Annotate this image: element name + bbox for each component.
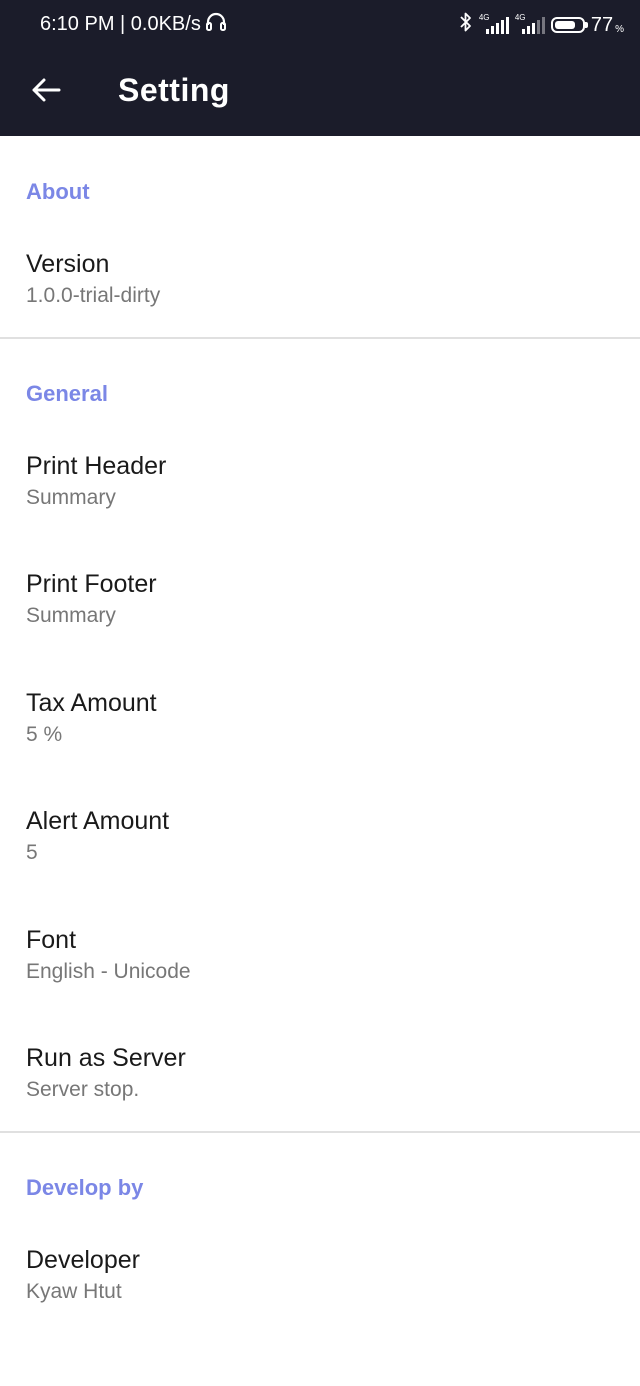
section-divider xyxy=(0,337,640,339)
setting-item-tax-amount[interactable]: Tax Amount 5 % xyxy=(0,688,640,788)
setting-title: Font xyxy=(26,926,77,954)
setting-title: Run as Server xyxy=(26,1044,186,1072)
battery-icon xyxy=(550,17,588,33)
setting-item-alert-amount[interactable]: Alert Amount 5 xyxy=(0,806,640,906)
setting-item-developer[interactable]: Developer Kyaw Htut xyxy=(0,1245,640,1345)
setting-title: Version xyxy=(26,250,110,278)
setting-summary: English - Unicode xyxy=(26,960,191,983)
setting-item-print-header[interactable]: Print Header Summary xyxy=(0,451,640,551)
app-bar: Setting xyxy=(0,44,640,136)
setting-summary: Summary xyxy=(26,604,116,627)
setting-item-font[interactable]: Font English - Unicode xyxy=(0,925,640,1025)
setting-title: Print Footer xyxy=(26,570,157,598)
arrow-left-icon xyxy=(32,78,61,102)
setting-title: Developer xyxy=(26,1246,140,1274)
setting-summary: 5 xyxy=(26,841,38,864)
section-header-about: About xyxy=(26,179,90,204)
setting-summary: Server stop. xyxy=(26,1078,140,1101)
setting-item-run-as-server[interactable]: Run as Server Server stop. xyxy=(0,1043,640,1143)
setting-title: Tax Amount xyxy=(26,689,157,717)
setting-item-version[interactable]: Version 1.0.0-trial-dirty xyxy=(0,249,640,349)
status-time-speed: 6:10 PM | 0.0KB/s xyxy=(40,13,201,35)
back-button[interactable] xyxy=(22,66,70,114)
signal-4g-icon: 4G xyxy=(479,14,509,36)
status-left: 6:10 PM | 0.0KB/s xyxy=(40,11,227,37)
page-title: Setting xyxy=(118,72,230,108)
setting-title: Print Header xyxy=(26,452,167,480)
setting-title: Alert Amount xyxy=(26,807,170,835)
setting-summary: Kyaw Htut xyxy=(26,1280,122,1303)
signal-4g-icon: 4G xyxy=(515,14,545,36)
battery-percent-unit: % xyxy=(615,24,624,35)
battery-percent-value: 77 xyxy=(590,14,614,36)
setting-item-print-footer[interactable]: Print Footer Summary xyxy=(0,569,640,669)
section-header-general: General xyxy=(26,381,108,406)
status-bar: 6:10 PM | 0.0KB/s 4G 4G 77 % xyxy=(0,0,640,44)
headphones-icon xyxy=(205,11,227,37)
status-right: 4G 4G 77 % xyxy=(459,11,624,39)
setting-summary: Summary xyxy=(26,486,116,509)
bluetooth-icon xyxy=(459,11,473,39)
section-header-develop-by: Develop by xyxy=(26,1175,144,1200)
setting-summary: 1.0.0-trial-dirty xyxy=(26,284,161,307)
battery-percent: 77 % xyxy=(591,13,624,37)
section-divider xyxy=(0,1131,640,1133)
setting-summary: 5 % xyxy=(26,723,63,746)
